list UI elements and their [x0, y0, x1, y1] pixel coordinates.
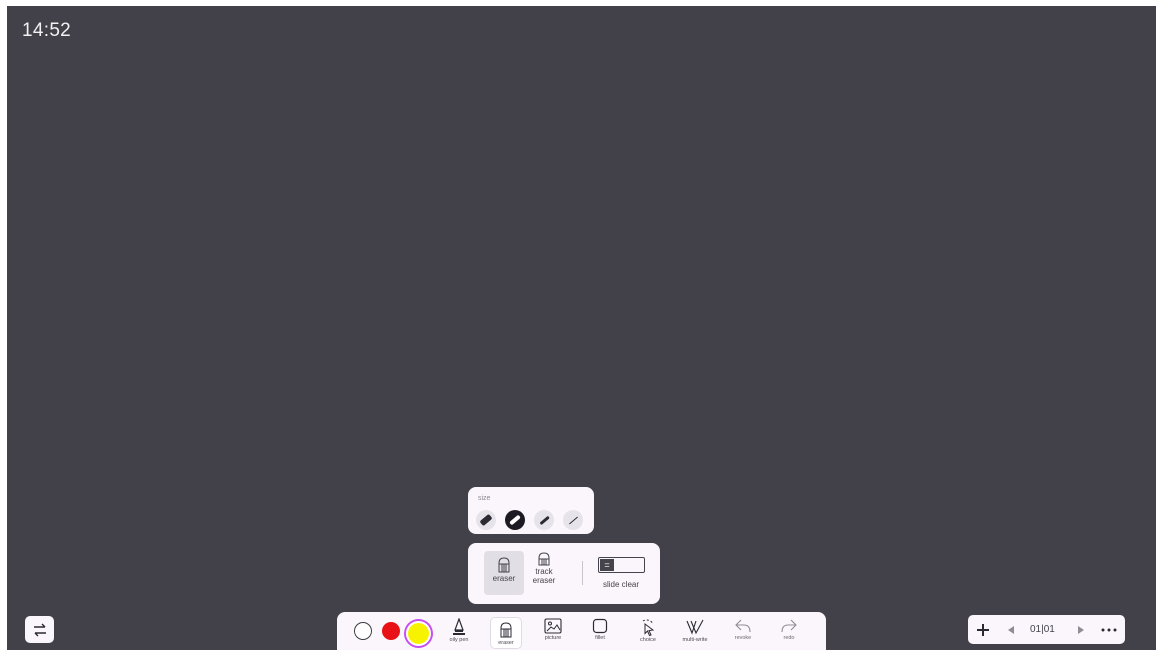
picture-label: picture [544, 635, 562, 641]
cursor-select-icon [642, 619, 655, 636]
color-yellow-selected[interactable] [406, 621, 431, 646]
triangle-right-icon [1078, 625, 1084, 634]
eraser-tool-label: eraser [498, 640, 514, 646]
eraser-icon [500, 622, 512, 638]
picture-icon [544, 618, 562, 634]
track-eraser-label-line1: track [535, 567, 553, 576]
more-dots-icon [1101, 628, 1117, 631]
multi-write-label: multi-write [682, 637, 708, 643]
redo-arrow-icon [781, 619, 797, 633]
revoke-label: revoke [734, 635, 752, 641]
redo-label: redo [783, 635, 795, 641]
revoke-tool[interactable]: revoke [727, 618, 759, 650]
eraser-option[interactable]: eraser [484, 551, 524, 595]
size-label: size [478, 495, 491, 502]
eraser-tool[interactable]: eraser [490, 617, 522, 649]
prev-page-button[interactable] [1004, 615, 1018, 644]
eraser-divider [582, 561, 583, 585]
rounded-square-icon [592, 618, 608, 634]
oily-pen-label: oily pen [449, 637, 469, 643]
triangle-left-icon [1008, 625, 1014, 634]
toggle-knob: = [600, 559, 614, 571]
slide-clear-toggle[interactable]: = [598, 557, 645, 573]
oily-pen-tool[interactable]: oily pen [443, 618, 475, 650]
fillet-label: fillet [595, 635, 605, 641]
size-option-l[interactable] [505, 510, 525, 530]
color-white[interactable] [354, 622, 372, 640]
eraser-option-label: eraser [492, 574, 516, 583]
oily-pen-icon [453, 618, 465, 635]
more-options-button[interactable] [1098, 615, 1120, 644]
choice-tool[interactable]: choice [632, 618, 664, 650]
track-eraser-option[interactable]: track eraser [524, 547, 564, 591]
page-number: 01|01 [1030, 624, 1055, 635]
size-options [476, 510, 583, 530]
size-option-s[interactable] [563, 510, 583, 530]
plus-icon [977, 623, 989, 636]
clock-time: 14:52 [22, 20, 72, 41]
swap-arrows-icon [33, 623, 46, 636]
fillet-tool[interactable]: fillet [584, 618, 616, 650]
switch-toolbar-button[interactable] [25, 616, 54, 643]
eraser-popup: eraser track eraser = slide clear [468, 543, 660, 604]
size-option-xl[interactable] [476, 510, 496, 530]
multi-write-tool[interactable]: multi-write [679, 618, 711, 650]
slide-clear-label: slide clear [603, 580, 640, 589]
choice-label: choice [640, 637, 656, 643]
eraser-icon [498, 557, 510, 573]
redo-tool[interactable]: redo [773, 618, 805, 650]
track-eraser-label-line2: eraser [532, 576, 556, 585]
undo-arrow-icon [735, 619, 751, 633]
size-option-m[interactable] [534, 510, 554, 530]
add-page-button[interactable] [973, 615, 993, 644]
track-eraser-icon [538, 552, 550, 566]
multi-write-icon [686, 619, 704, 635]
next-page-button[interactable] [1074, 615, 1088, 644]
picture-tool[interactable]: picture [537, 618, 569, 650]
bottom-toolbar: oily pen eraser picture fillet choice mu… [337, 612, 826, 650]
color-red[interactable] [382, 622, 400, 640]
size-popup: size [468, 487, 594, 534]
page-navigator: 01|01 [968, 615, 1125, 644]
